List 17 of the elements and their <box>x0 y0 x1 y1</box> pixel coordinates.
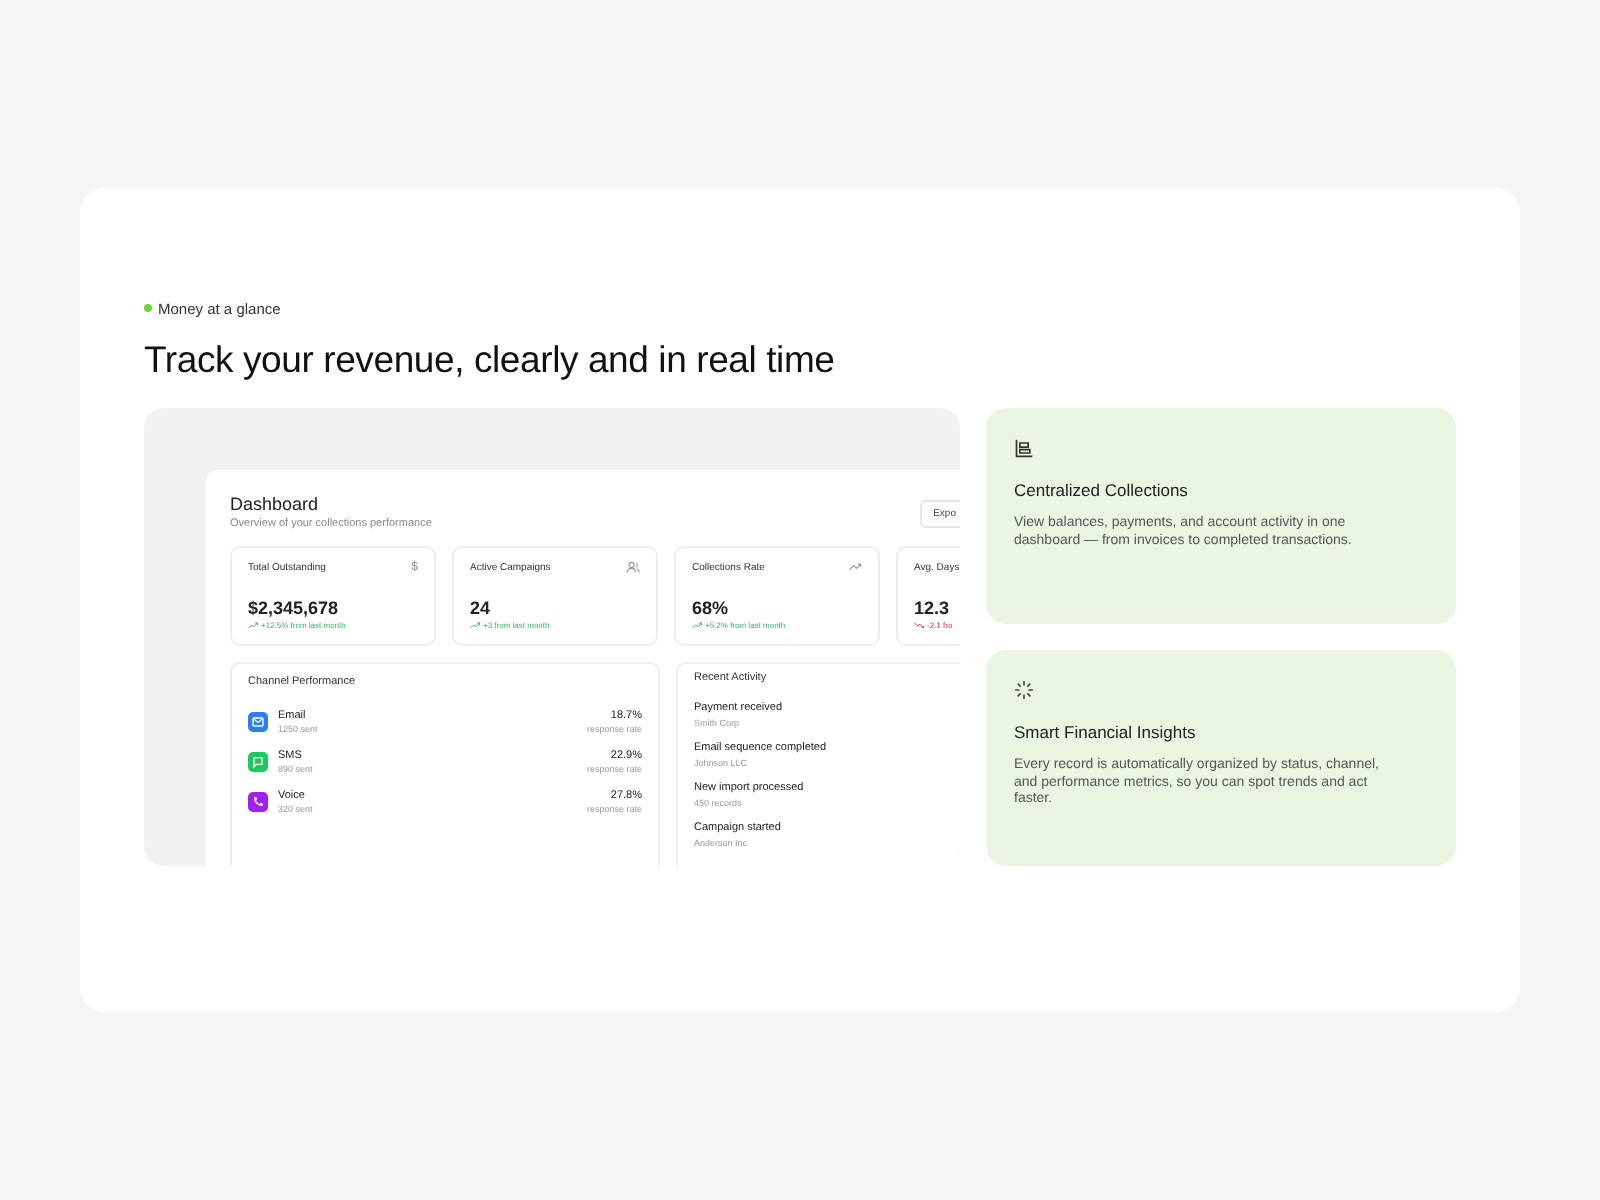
feature-title: Smart Financial Insights <box>1014 722 1198 742</box>
loading-icon <box>1014 680 1034 700</box>
feature-title: Centralized Collections <box>1014 480 1190 500</box>
stat-value: $2,345,678 <box>248 598 341 618</box>
list-icon <box>1014 438 1034 458</box>
trend-up-icon <box>248 621 258 629</box>
trend-up-icon <box>848 560 862 574</box>
dashboard-title: Dashboard <box>230 494 321 514</box>
trend-up-icon <box>692 621 702 629</box>
section-heading: Track your revenue, clearly and in real time <box>144 338 837 382</box>
stat-value: 68% <box>692 598 731 618</box>
trend-down-icon <box>914 621 924 629</box>
status-dot-icon <box>144 304 152 312</box>
users-icon <box>626 560 640 574</box>
stat-value: 24 <box>470 598 493 618</box>
trend-up-icon <box>470 621 480 629</box>
stat-value: 12.3 <box>914 598 952 618</box>
